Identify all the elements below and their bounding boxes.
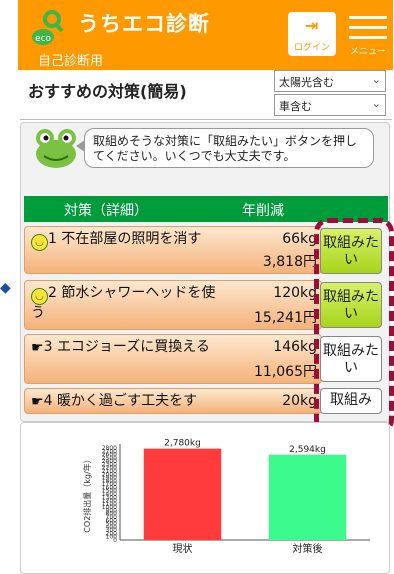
car-select[interactable]: 車含む ⌄ (274, 94, 386, 116)
cost-saving: 3,818円 (262, 254, 317, 270)
y-tick-label: 2800 (102, 445, 117, 452)
chart-bar (143, 448, 222, 540)
measure-row[interactable]: ☛3 エコジョーズに買換える 146kg 11,065円 (24, 334, 322, 384)
x-category-label: 対策後 (293, 542, 323, 555)
pointing-hand-icon: ☛ (31, 394, 44, 410)
highlight-outline (314, 218, 394, 434)
measure-text: エコジョーズに買換える (56, 339, 210, 355)
measure-number: 3 (43, 339, 53, 355)
chevron-down-icon: ⌄ (371, 73, 381, 86)
co2-reduction: 66kg (282, 231, 317, 247)
solar-select[interactable]: 太陽光含む ⌄ (274, 70, 386, 92)
app-name: うちエコ診断 (78, 12, 210, 36)
co2-reduction: 20kg (282, 393, 317, 409)
measure-number: 1 (48, 231, 57, 247)
menu-bar-icon (349, 16, 387, 19)
co2-chart: 0100200300400500600700800900100011001200… (82, 439, 370, 555)
header-measure: 対策（詳細） (64, 203, 148, 219)
login-button[interactable]: ⇥ ログイン (288, 12, 336, 56)
menu-label: メニュー (349, 47, 386, 57)
measure-text: 節水シャワーヘッドを使う (31, 285, 216, 321)
smile-icon: ◡ (31, 288, 48, 305)
login-label: ログイン (293, 43, 330, 53)
measure-row[interactable]: ◡ 1 不在部屋の照明を消す 66kg 3,818円 (24, 226, 322, 274)
car-select-value: 車含む (279, 100, 312, 113)
page-title: おすすめの対策(簡易) (28, 82, 187, 101)
measure-label: ◡ 1 不在部屋の照明を消す (31, 231, 201, 251)
header-annual-cut: 年削減 (242, 203, 284, 219)
mascot-message: 取組めそうな対策に「取組みたい」ボタンを押してください。いくつでも大丈夫です。 (84, 128, 374, 168)
chevron-down-icon: ⌄ (371, 97, 381, 110)
co2-reduction: 146kg (273, 339, 317, 355)
measure-label: ☛3 エコジョーズに買換える (31, 339, 221, 357)
smile-icon: ◡ (31, 234, 48, 251)
eco-logo-icon: eco (32, 10, 64, 45)
menu-button[interactable]: メニュー (346, 12, 390, 57)
app-header: eco うちエコ診断 自己診断用 ⇥ ログイン メニュー (18, 0, 393, 70)
measure-number: 4 (43, 393, 53, 409)
measure-row[interactable]: ☛4 暖かく過ごす工夫をす 20kg (24, 388, 322, 414)
y-axis-label: CO2排出量（kg/年） (82, 455, 92, 532)
measure-label: ◡ 2 節水シャワーヘッドを使う (31, 285, 221, 322)
menu-bar-icon (349, 26, 387, 29)
svg-text:eco: eco (35, 34, 51, 44)
divider (20, 119, 392, 120)
measure-text: 暖かく過ごす工夫をす (56, 393, 198, 409)
measure-label: ☛4 暖かく過ごす工夫をす (31, 393, 197, 411)
side-marker: ◆ (0, 280, 11, 296)
co2-reduction: 120kg (273, 285, 317, 301)
pointing-hand-icon: ☛ (31, 340, 44, 356)
bar-data-label: 2,780kg (164, 439, 201, 449)
bar-data-label: 2,594kg (289, 445, 326, 455)
login-icon: ⇥ (305, 16, 319, 35)
measure-row[interactable]: ◡ 2 節水シャワーヘッドを使う 120kg 15,241円 (24, 280, 322, 330)
x-category-label: 現状 (173, 542, 193, 555)
cost-saving: 11,065円 (254, 364, 317, 380)
measure-number: 2 (48, 285, 57, 301)
app-subtitle: 自己診断用 (38, 54, 104, 69)
chart-bar (268, 454, 347, 540)
menu-bar-icon (349, 36, 387, 39)
frog-mascot-icon (36, 129, 76, 168)
solar-select-value: 太陽光含む (279, 76, 334, 89)
cost-saving: 15,241円 (254, 310, 317, 326)
measure-text: 不在部屋の照明を消す (61, 231, 202, 247)
